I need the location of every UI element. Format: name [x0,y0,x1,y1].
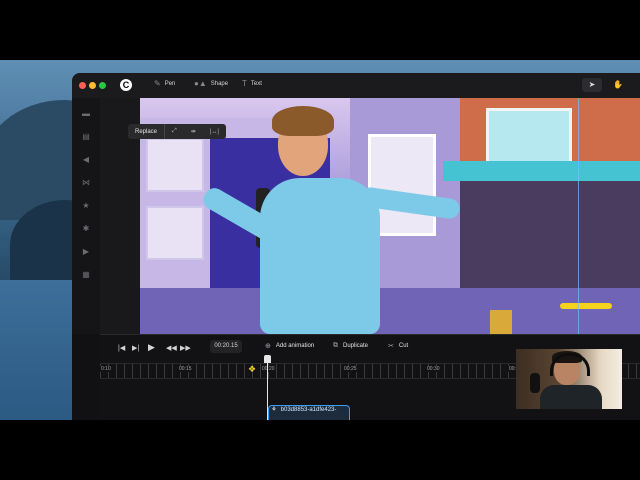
transition-icon[interactable]: ⋈ [81,178,91,188]
text-icon: T [242,79,247,88]
hand-icon: ✋ [613,80,623,89]
pointer-icon: ➤ [588,80,596,89]
text-tool-label: Text [250,80,262,87]
minimize-window-button[interactable] [89,82,96,89]
scene-window [486,108,572,169]
settings-icon[interactable]: ✱ [81,224,91,234]
sound-icon[interactable]: ◀ [81,155,91,165]
cut-button[interactable]: ✂ Cut [388,342,408,350]
clip-icon: ⚘ [271,407,277,413]
star-icon[interactable]: ★ [81,201,91,211]
keyframe-marker-icon[interactable]: ❖ [247,364,257,374]
wallpaper-sea [0,280,80,420]
ruler-tick: 00:20 [261,366,276,372]
character-hoodie [260,178,380,334]
letterbox-top [0,0,640,60]
expand-icon[interactable]: ⤢ [165,128,184,135]
letterbox-bottom [0,420,640,480]
shape-tool-button[interactable]: ●▲ Shape [194,79,228,88]
current-time[interactable]: 00:20.15 [210,340,242,353]
rewind-icon[interactable]: ◀◀ [166,344,177,352]
close-window-button[interactable] [79,82,86,89]
duplicate-icon: ⧉ [333,342,338,349]
video-icon[interactable]: ▶ [81,247,91,257]
scene-ground [140,288,640,334]
scene-awning [443,161,640,181]
character-hair [272,106,334,136]
hand-tool-button[interactable]: ✋ [608,78,628,92]
fast-forward-icon[interactable]: ▶▶ [180,344,191,352]
preview-canvas[interactable]: Replace ⤢ ⇹ |↔| [100,98,640,334]
duplicate-button[interactable]: ⧉ Duplicate [333,342,368,350]
scene-table [560,303,612,309]
presenter-body [540,385,602,409]
ruler-tick: 00:30 [426,366,441,372]
scene-window [146,206,204,260]
add-animation-label: Add animation [275,343,315,349]
duplicate-label: Duplicate [343,343,369,349]
clip-label: b03d8853-a1dfe423- [280,407,337,413]
step-back-icon[interactable]: ▶| [132,344,139,352]
scene-window [146,138,204,192]
pen-icon: ✎ [154,79,161,88]
webcam-overlay [516,349,622,409]
title-bar: C ✎ Pen ●▲ Shape T Text ➤ ✋ [72,73,640,98]
add-animation-icon: ⊕ [265,343,271,350]
ruler-tick: 0:10 [100,366,112,372]
left-sidebar: ▬ ▤ ◀ ⋈ ★ ✱ ▶ ▦ [72,98,100,334]
pointer-tool-button[interactable]: ➤ [582,78,602,92]
replace-button[interactable]: Replace [128,129,164,135]
cut-icon: ✂ [388,343,394,350]
pen-tool-label: Pen [164,80,176,87]
text-tool-button[interactable]: T Text [242,79,262,88]
cut-label: Cut [398,343,409,349]
alignment-guide [578,98,579,334]
folder-icon[interactable]: ▬ [81,109,91,119]
pen-tool-button[interactable]: ✎ Pen [154,79,175,88]
play-icon[interactable]: ▶ [148,342,155,353]
layers-icon[interactable]: ▦ [81,270,91,280]
timeline-clip[interactable]: ⚘ b03d8853-a1dfe423- [268,405,350,420]
shape-tool-label: Shape [210,80,229,87]
ruler-tick: 00:25 [343,366,358,372]
ruler-tick: 00:15 [178,366,193,372]
scene-chair [490,310,512,334]
trim-icon[interactable]: |↔| [203,129,226,135]
shape-icon: ●▲ [194,79,207,88]
swap-icon[interactable]: ⇹ [184,128,203,135]
skip-to-start-icon[interactable]: |◀ [118,344,125,352]
selection-toolbar: Replace ⤢ ⇹ |↔| [128,124,226,139]
zoom-window-button[interactable] [99,82,106,89]
app-logo-icon[interactable]: C [120,79,132,91]
add-animation-button[interactable]: ⊕ Add animation [265,342,314,350]
microphone-icon [530,373,540,393]
clip-icon[interactable]: ▤ [81,132,91,142]
